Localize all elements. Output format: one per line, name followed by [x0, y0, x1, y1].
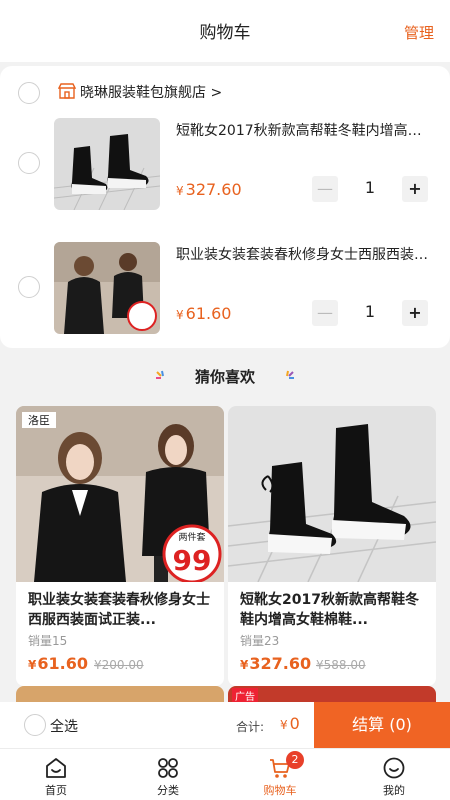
checkout-bar: 全选 合计: ¥0 结算 (0): [0, 702, 450, 748]
increase-button[interactable]: +: [402, 300, 428, 326]
tab-home[interactable]: 首页: [16, 749, 96, 800]
quantity-value[interactable]: 1: [352, 302, 388, 321]
item-title[interactable]: 职业装女装套装春秋修身女士西服西装面试正装: [176, 244, 432, 264]
item-price: ¥61.60: [176, 304, 232, 323]
sales-count: 销量23: [240, 634, 280, 648]
original-price: ¥200.00: [94, 658, 144, 672]
home-icon: [46, 758, 66, 778]
item-price: ¥327.60: [176, 180, 242, 199]
item-select-radio[interactable]: [18, 276, 40, 298]
total-value: ¥0: [280, 714, 300, 733]
product-title[interactable]: 短靴女2017秋新款高帮鞋冬鞋内增高女鞋棉鞋...: [240, 590, 430, 630]
cart-item: 短靴女2017秋新款高帮鞋冬鞋内增高女鞋棉鞋 ¥327.60 — 1 +: [0, 118, 450, 210]
recommend-product-card[interactable]: 短靴女2017秋新款高帮鞋冬鞋内增高女鞋棉鞋... 销量23 ¥327.60 ¥…: [228, 406, 436, 686]
sparkle-icon: [155, 370, 164, 379]
item-select-radio[interactable]: [18, 152, 40, 174]
image-brand-text: 洛臣: [28, 413, 50, 427]
cart-item: 职业装女装套装春秋修身女士西服西装面试正装 ¥61.60 — 1 +: [0, 242, 450, 334]
category-icon: [158, 758, 178, 778]
tab-label: 分类: [157, 784, 179, 797]
tab-cart[interactable]: 2 购物车: [240, 749, 320, 800]
manage-button[interactable]: 管理: [404, 22, 434, 43]
product-thumbnail-suit[interactable]: [54, 242, 160, 334]
recommend-product-card[interactable]: 洛臣 两件套 99 职业装女装套装春秋修身女士西服西装面试正装... 销量15 …: [16, 406, 224, 686]
tab-profile[interactable]: 我的: [354, 749, 434, 800]
quantity-stepper: — 1 +: [312, 300, 428, 326]
item-title[interactable]: 短靴女2017秋新款高帮鞋冬鞋内增高女鞋棉鞋: [176, 120, 432, 140]
ad-label: 广告: [232, 688, 258, 703]
cart-count-badge: 2: [286, 751, 304, 769]
decrease-button[interactable]: —: [312, 176, 338, 202]
product-price: ¥327.60: [240, 654, 312, 673]
shop-name[interactable]: 晓琳服装鞋包旗舰店 >: [80, 82, 222, 102]
select-all-label[interactable]: 全选: [50, 716, 78, 736]
store-icon: [58, 83, 76, 99]
page-title: 购物车: [199, 23, 251, 43]
shop-select-radio[interactable]: [18, 82, 40, 104]
sparkle-icon: [286, 370, 295, 379]
select-all-radio[interactable]: [24, 714, 46, 736]
profile-icon: [383, 757, 405, 779]
sales-count: 销量15: [28, 634, 68, 648]
product-thumbnail-boots[interactable]: [54, 118, 160, 210]
tab-label: 购物车: [263, 784, 297, 797]
cart-shop-card: 晓琳服装鞋包旗舰店 > 短靴女2017秋新款高帮鞋冬鞋内增高女鞋棉鞋 ¥327.…: [0, 66, 450, 348]
image-promo-text: 两件套: [178, 531, 205, 543]
product-price: ¥61.60: [28, 654, 88, 673]
tab-category[interactable]: 分类: [128, 749, 208, 800]
tab-label: 我的: [383, 784, 405, 797]
recommend-heading-label: 猜你喜欢: [194, 368, 255, 386]
product-image-suit[interactable]: 洛臣 两件套 99: [16, 406, 224, 584]
product-image-boots[interactable]: [228, 406, 436, 583]
checkout-button[interactable]: 结算 (0): [314, 702, 450, 748]
quantity-value[interactable]: 1: [352, 178, 388, 197]
recommend-heading: 猜你喜欢: [0, 366, 450, 396]
image-promo-number: 99: [173, 544, 212, 577]
original-price: ¥588.00: [316, 658, 366, 672]
decrease-button[interactable]: —: [312, 300, 338, 326]
shop-header[interactable]: 晓琳服装鞋包旗舰店 >: [0, 80, 450, 106]
tab-label: 首页: [45, 784, 67, 797]
total-label: 合计:: [236, 720, 265, 734]
quantity-stepper: — 1 +: [312, 176, 428, 202]
increase-button[interactable]: +: [402, 176, 428, 202]
bottom-tab-bar: 首页 分类 2 购物车 我的: [0, 748, 450, 800]
product-title[interactable]: 职业装女装套装春秋修身女士西服西装面试正装...: [28, 590, 218, 630]
top-bar: 购物车 管理: [0, 0, 450, 62]
